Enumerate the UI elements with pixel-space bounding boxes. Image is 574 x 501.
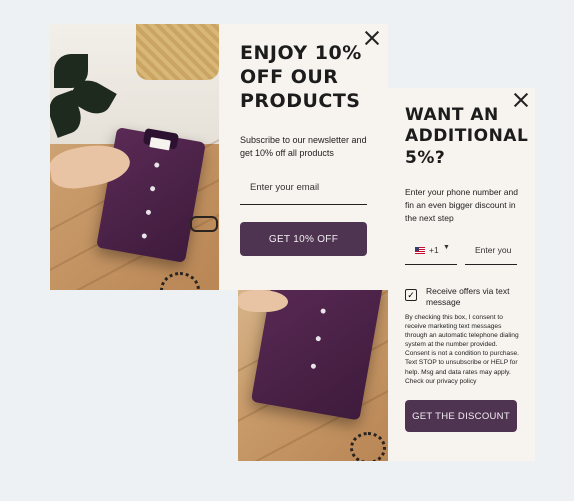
beads bbox=[350, 432, 386, 461]
shirt-tag bbox=[149, 137, 171, 151]
country-code: +1 bbox=[429, 245, 439, 255]
product-photo-2 bbox=[238, 290, 388, 461]
email-placeholder: Enter your email bbox=[250, 182, 320, 193]
glasses bbox=[190, 216, 218, 232]
get-10-off-button[interactable]: GET 10% OFF bbox=[240, 222, 367, 256]
shirt-collar bbox=[308, 290, 351, 291]
phone-field[interactable]: Enter you bbox=[465, 238, 517, 265]
product-photo-1 bbox=[50, 24, 219, 290]
us-flag-icon bbox=[415, 247, 425, 254]
popup-heading: WANT AN ADDITIONAL 5%? bbox=[405, 105, 529, 168]
popup-subtext: Enter your phone number and fin an even … bbox=[405, 187, 518, 224]
chevron-down-icon: ▼ bbox=[443, 244, 450, 251]
phone-placeholder: Enter you bbox=[475, 245, 512, 255]
popup-newsletter: ENJOY 10% OFF OUR PRODUCTS Subscribe to … bbox=[219, 24, 388, 290]
beads bbox=[160, 272, 200, 290]
consent-text: By checking this box, I consent to recei… bbox=[405, 314, 519, 385]
popup-subtext: Subscribe to our newsletter and get 10% … bbox=[240, 135, 367, 159]
checkbox-label: Receive offers via text message bbox=[426, 286, 510, 308]
lamp bbox=[136, 24, 219, 80]
country-code-select[interactable]: +1 ▼ bbox=[405, 238, 457, 265]
hand bbox=[238, 290, 288, 312]
popup-heading: ENJOY 10% OFF OUR PRODUCTS bbox=[240, 42, 362, 112]
email-field[interactable]: Enter your email bbox=[240, 174, 367, 205]
get-the-discount-button[interactable]: GET THE DISCOUNT bbox=[405, 400, 517, 432]
popup-sms: WANT AN ADDITIONAL 5%? Enter your phone … bbox=[388, 88, 535, 461]
sms-consent-checkbox[interactable]: ✓ bbox=[405, 289, 417, 301]
